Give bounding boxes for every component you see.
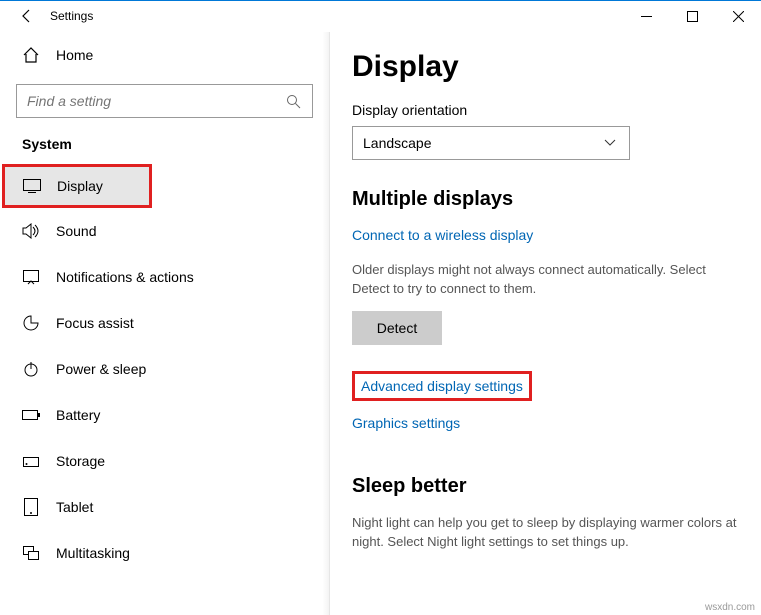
advanced-display-link[interactable]: Advanced display settings [361,378,523,394]
home-nav[interactable]: Home [0,36,329,74]
nav-label: Display [57,178,103,194]
search-input[interactable] [27,93,284,109]
orientation-label: Display orientation [352,102,739,118]
nav-label: Power & sleep [56,361,146,377]
back-icon[interactable] [18,7,36,25]
multitasking-icon [22,544,40,562]
nav-display[interactable]: Display [5,167,149,205]
nav-label: Sound [56,223,96,239]
home-label: Home [56,47,93,63]
maximize-button[interactable] [669,1,715,31]
orientation-value: Landscape [363,135,432,151]
search-box[interactable] [16,84,313,118]
nav-storage[interactable]: Storage [0,438,329,484]
titlebar: Settings [0,0,761,32]
chevron-down-icon [601,134,619,152]
nav-battery[interactable]: Battery [0,392,329,438]
nav-label: Multitasking [56,545,130,561]
storage-icon [22,452,40,470]
display-icon [23,177,41,195]
nav-notifications[interactable]: Notifications & actions [0,254,329,300]
page-title: Display [352,50,739,84]
content-area: Display Display orientation Landscape Mu… [330,32,761,615]
section-heading: System [0,136,329,164]
focus-icon [22,314,40,332]
orientation-select[interactable]: Landscape [352,126,630,160]
nav-sound[interactable]: Sound [0,208,329,254]
wireless-display-link[interactable]: Connect to a wireless display [352,227,533,243]
nav-label: Focus assist [56,315,134,331]
sound-icon [22,222,40,240]
nav-label: Storage [56,453,105,469]
nav-multitasking[interactable]: Multitasking [0,530,329,576]
search-icon [284,92,302,110]
home-icon [22,46,40,64]
window-title: Settings [50,9,93,23]
nav-focus-assist[interactable]: Focus assist [0,300,329,346]
multiple-displays-heading: Multiple displays [352,188,739,211]
minimize-button[interactable] [623,1,669,31]
highlight-display: Display [2,164,152,208]
nav-label: Battery [56,407,100,423]
graphics-settings-link[interactable]: Graphics settings [352,415,460,431]
tablet-icon [22,498,40,516]
sleep-better-heading: Sleep better [352,475,739,498]
detect-description: Older displays might not always connect … [352,261,739,299]
watermark: wsxdn.com [705,602,755,613]
notifications-icon [22,268,40,286]
nav-label: Notifications & actions [56,269,194,285]
power-icon [22,360,40,378]
sleep-better-desc: Night light can help you get to sleep by… [352,514,739,552]
nav-power-sleep[interactable]: Power & sleep [0,346,329,392]
nav-tablet[interactable]: Tablet [0,484,329,530]
close-button[interactable] [715,1,761,31]
nav-label: Tablet [56,499,93,515]
detect-button[interactable]: Detect [352,311,442,345]
highlight-advanced: Advanced display settings [352,371,532,401]
sidebar: Home System Display Sound Notification [0,32,330,615]
battery-icon [22,406,40,424]
